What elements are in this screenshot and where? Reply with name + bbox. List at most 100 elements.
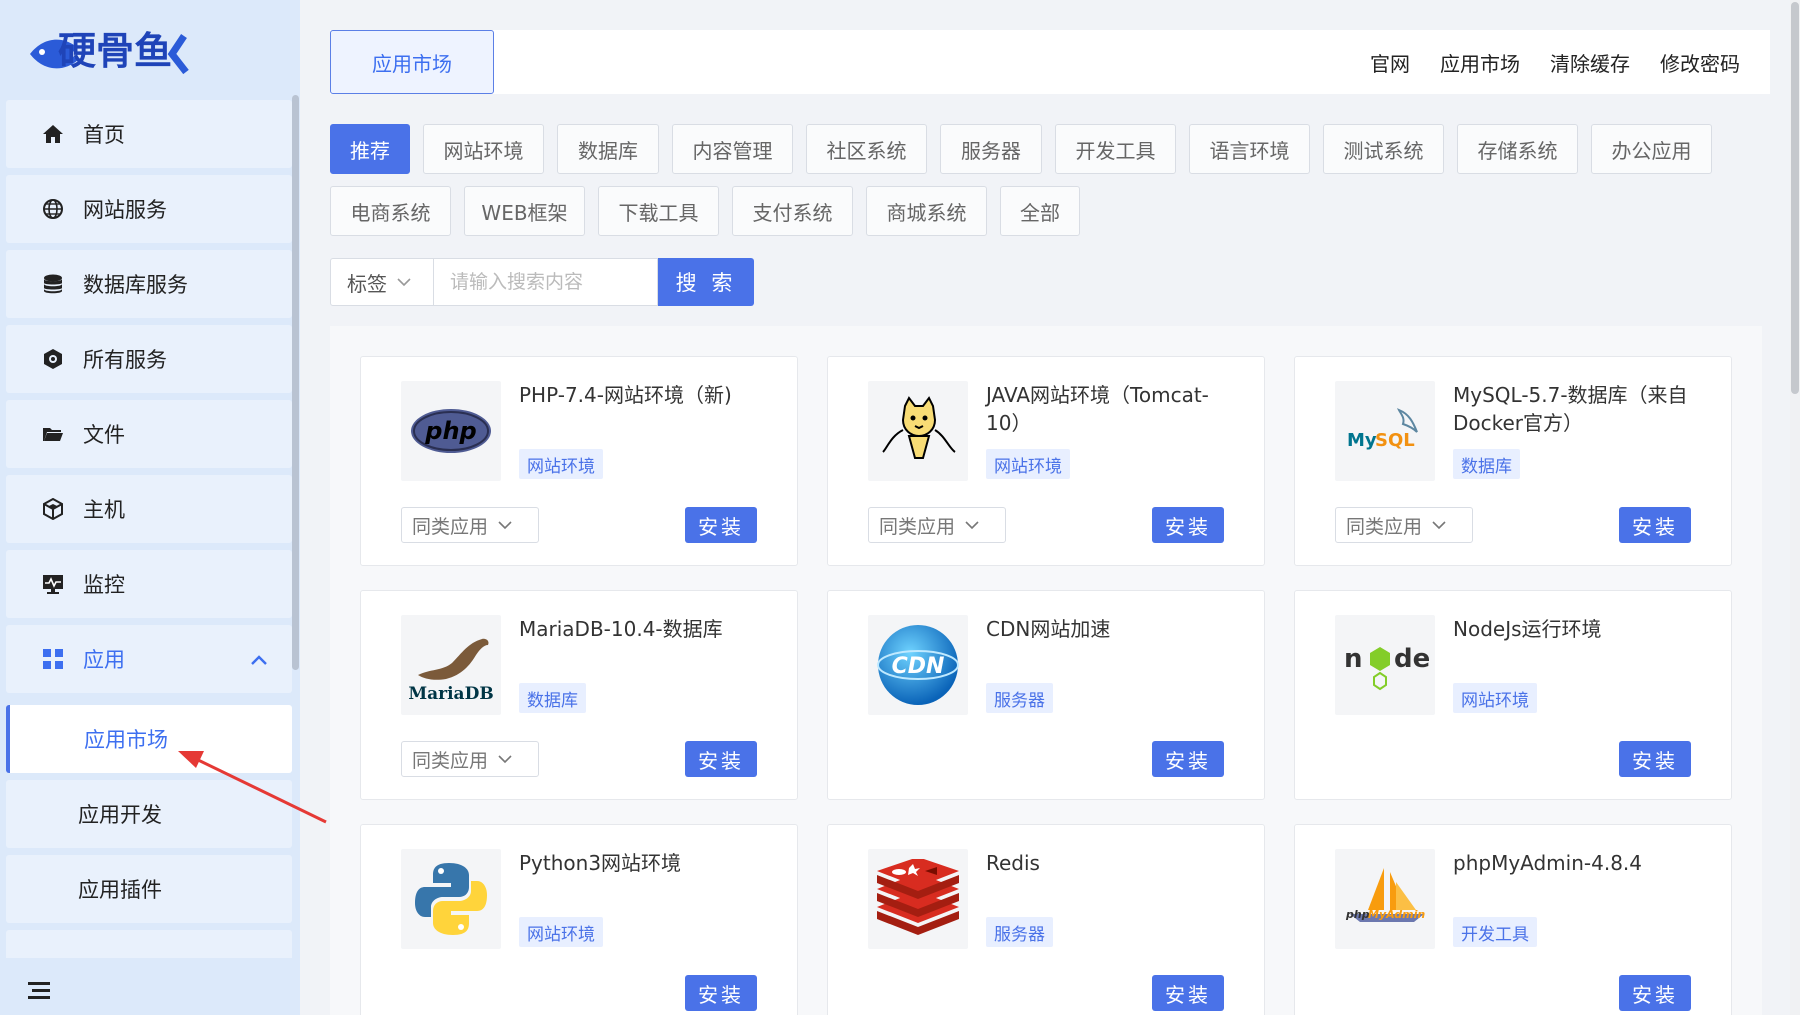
grid-icon (41, 647, 65, 671)
sidebar-item-label: 应用 (83, 648, 125, 672)
app-category-badge[interactable]: 服务器 (986, 683, 1053, 713)
app-category-badge[interactable]: 数据库 (1453, 449, 1520, 479)
sidebar-item-label: 首页 (83, 123, 125, 147)
install-button[interactable]: 安装 (1619, 507, 1691, 543)
category-chip[interactable]: WEB框架 (464, 186, 585, 236)
similar-apps-dropdown[interactable]: 同类应用 (868, 507, 1006, 543)
app-category-badge[interactable]: 网站环境 (519, 917, 603, 947)
install-button[interactable]: 安装 (1619, 741, 1691, 777)
similar-apps-label: 同类应用 (412, 749, 489, 772)
sidebar-item-label: 监控 (83, 573, 125, 597)
category-chip[interactable]: 社区系统 (806, 124, 927, 174)
category-chip[interactable]: 测试系统 (1323, 124, 1444, 174)
app-card: JAVA网站环境（Tomcat-10） 网站环境 同类应用 安装 (827, 356, 1265, 566)
category-chip[interactable]: 支付系统 (732, 186, 853, 236)
chevron-up-icon (250, 651, 268, 670)
category-chip[interactable]: 下载工具 (598, 186, 719, 236)
similar-apps-dropdown[interactable]: 同类应用 (1335, 507, 1473, 543)
install-button[interactable]: 安装 (685, 507, 757, 543)
app-name: CDN网站加速 (986, 617, 1111, 641)
sidebar-item-files[interactable]: 文件 (6, 400, 292, 468)
install-button[interactable]: 安装 (1152, 741, 1224, 777)
link-app-market[interactable]: 应用市场 (1440, 48, 1520, 77)
sidebar-item-hosts[interactable]: 主机 (6, 475, 292, 543)
app-card: n de NodeJs运行环境 网站环境 安装 (1294, 590, 1732, 800)
sidebar-item-web-services[interactable]: 网站服务 (6, 175, 292, 243)
sidebar-item-all-services[interactable]: 所有服务 (6, 325, 292, 393)
app-name: MariaDB-10.4-数据库 (519, 617, 723, 641)
app-name: PHP-7.4-网站环境（新) (519, 383, 732, 407)
search-button[interactable]: 搜 索 (658, 258, 754, 306)
tab-app-market[interactable]: 应用市场 (330, 30, 494, 94)
category-chip[interactable]: 服务器 (940, 124, 1042, 174)
svg-text:de: de (1394, 644, 1430, 674)
app-category-badge[interactable]: 网站环境 (1453, 683, 1537, 713)
sidebar-scrollbar[interactable] (292, 95, 299, 670)
category-chip[interactable]: 全部 (1000, 186, 1080, 236)
phpmyadmin-logo-icon: php MyAdmin (1335, 849, 1435, 949)
app-category-badge[interactable]: 开发工具 (1453, 917, 1537, 947)
menu-collapse-icon[interactable] (28, 980, 52, 1000)
similar-apps-dropdown[interactable]: 同类应用 (401, 507, 539, 543)
nodejs-logo-icon: n de (1335, 615, 1435, 715)
sidebar: 硬骨鱼 首页 网站服务 数据库服务 所有服务 文件 主机 监控 应用 应用市场 … (0, 0, 300, 1015)
chevron-down-icon (1432, 521, 1446, 530)
install-button[interactable]: 安装 (1152, 507, 1224, 543)
category-chip[interactable]: 办公应用 (1591, 124, 1712, 174)
svg-text:CDN: CDN (892, 654, 945, 679)
search-bar: 标签 搜 索 (330, 258, 754, 306)
app-category-badge[interactable]: 服务器 (986, 917, 1053, 947)
sidebar-subitem-app-market[interactable]: 应用市场 (6, 705, 292, 773)
category-chip[interactable]: 语言环境 (1189, 124, 1310, 174)
install-button[interactable]: 安装 (1619, 975, 1691, 1011)
page-scrollbar-thumb[interactable] (1791, 2, 1799, 394)
category-chip[interactable]: 存储系统 (1457, 124, 1578, 174)
app-category-badge[interactable]: 数据库 (519, 683, 586, 713)
app-name: Python3网站环境 (519, 851, 682, 875)
chevron-down-icon (965, 521, 979, 530)
app-category-badge[interactable]: 网站环境 (986, 449, 1070, 479)
link-official-site[interactable]: 官网 (1370, 48, 1410, 77)
php-logo-icon: php (401, 381, 501, 481)
app-category-badge[interactable]: 网站环境 (519, 449, 603, 479)
sidebar-subitem-more[interactable] (6, 930, 292, 958)
page-scrollbar[interactable] (1790, 0, 1800, 1015)
chevron-down-icon (498, 521, 512, 530)
svg-text:硬骨鱼: 硬骨鱼 (58, 29, 172, 73)
services-icon (41, 347, 65, 371)
install-button[interactable]: 安装 (685, 975, 757, 1011)
tag-select[interactable]: 标签 (330, 258, 434, 306)
search-input[interactable] (434, 258, 658, 306)
link-change-password[interactable]: 修改密码 (1660, 48, 1740, 77)
similar-apps-label: 同类应用 (412, 515, 489, 538)
cdn-logo-icon: CDN (868, 615, 968, 715)
category-chip[interactable]: 网站环境 (423, 124, 544, 174)
similar-apps-dropdown[interactable]: 同类应用 (401, 741, 539, 777)
sidebar-subitem-app-development[interactable]: 应用开发 (6, 780, 292, 848)
app-card: php MyAdmin phpMyAdmin-4.8.4 开发工具 安装 (1294, 824, 1732, 1015)
chevron-down-icon (397, 278, 411, 287)
category-chip[interactable]: 商城系统 (866, 186, 987, 236)
sidebar-item-label: 主机 (83, 498, 125, 522)
svg-text:php: php (1345, 908, 1370, 921)
category-chip[interactable]: 数据库 (557, 124, 659, 174)
sidebar-item-monitoring[interactable]: 监控 (6, 550, 292, 618)
app-name: MySQL-5.7-数据库（来自Docker官方） (1453, 383, 1688, 435)
sidebar-item-label: 所有服务 (83, 348, 167, 372)
svg-text:SQL: SQL (1375, 430, 1415, 451)
brand-logo[interactable]: 硬骨鱼 (24, 14, 214, 80)
app-name: JAVA网站环境（Tomcat-10） (986, 383, 1209, 435)
sidebar-item-label: 应用开发 (78, 803, 162, 827)
sidebar-item-home[interactable]: 首页 (6, 100, 292, 168)
sidebar-item-database-services[interactable]: 数据库服务 (6, 250, 292, 318)
category-chip[interactable]: 内容管理 (672, 124, 793, 174)
category-chip[interactable]: 开发工具 (1055, 124, 1176, 174)
install-button[interactable]: 安装 (685, 741, 757, 777)
sidebar-item-apps[interactable]: 应用 (6, 625, 292, 693)
category-chip[interactable]: 电商系统 (330, 186, 451, 236)
install-button[interactable]: 安装 (1152, 975, 1224, 1011)
python-logo-icon (401, 849, 501, 949)
category-chip[interactable]: 推荐 (330, 124, 410, 174)
sidebar-subitem-app-plugins[interactable]: 应用插件 (6, 855, 292, 923)
link-clear-cache[interactable]: 清除缓存 (1550, 48, 1630, 77)
